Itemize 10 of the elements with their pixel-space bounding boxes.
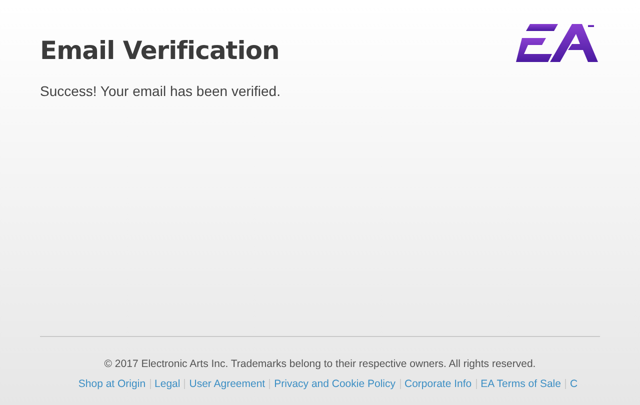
- footer-link[interactable]: Legal: [150, 378, 184, 389]
- page-title: Email Verification: [40, 36, 280, 66]
- footer-link[interactable]: Privacy and Cookie Policy: [269, 378, 400, 389]
- footer-link[interactable]: Shop at Origin: [74, 378, 150, 389]
- footer-link[interactable]: EA Terms of Sale: [476, 378, 565, 389]
- footer-link[interactable]: User Agreement: [184, 378, 270, 389]
- footer-link[interactable]: Corporate Info: [400, 378, 476, 389]
- copyright-text: © 2017 Electronic Arts Inc. Trademarks belong to their respective owners. All rights reserved.: [103, 356, 537, 372]
- footer-link[interactable]: C: [564, 378, 582, 389]
- success-message: Success! Your email has been verified.: [40, 82, 280, 101]
